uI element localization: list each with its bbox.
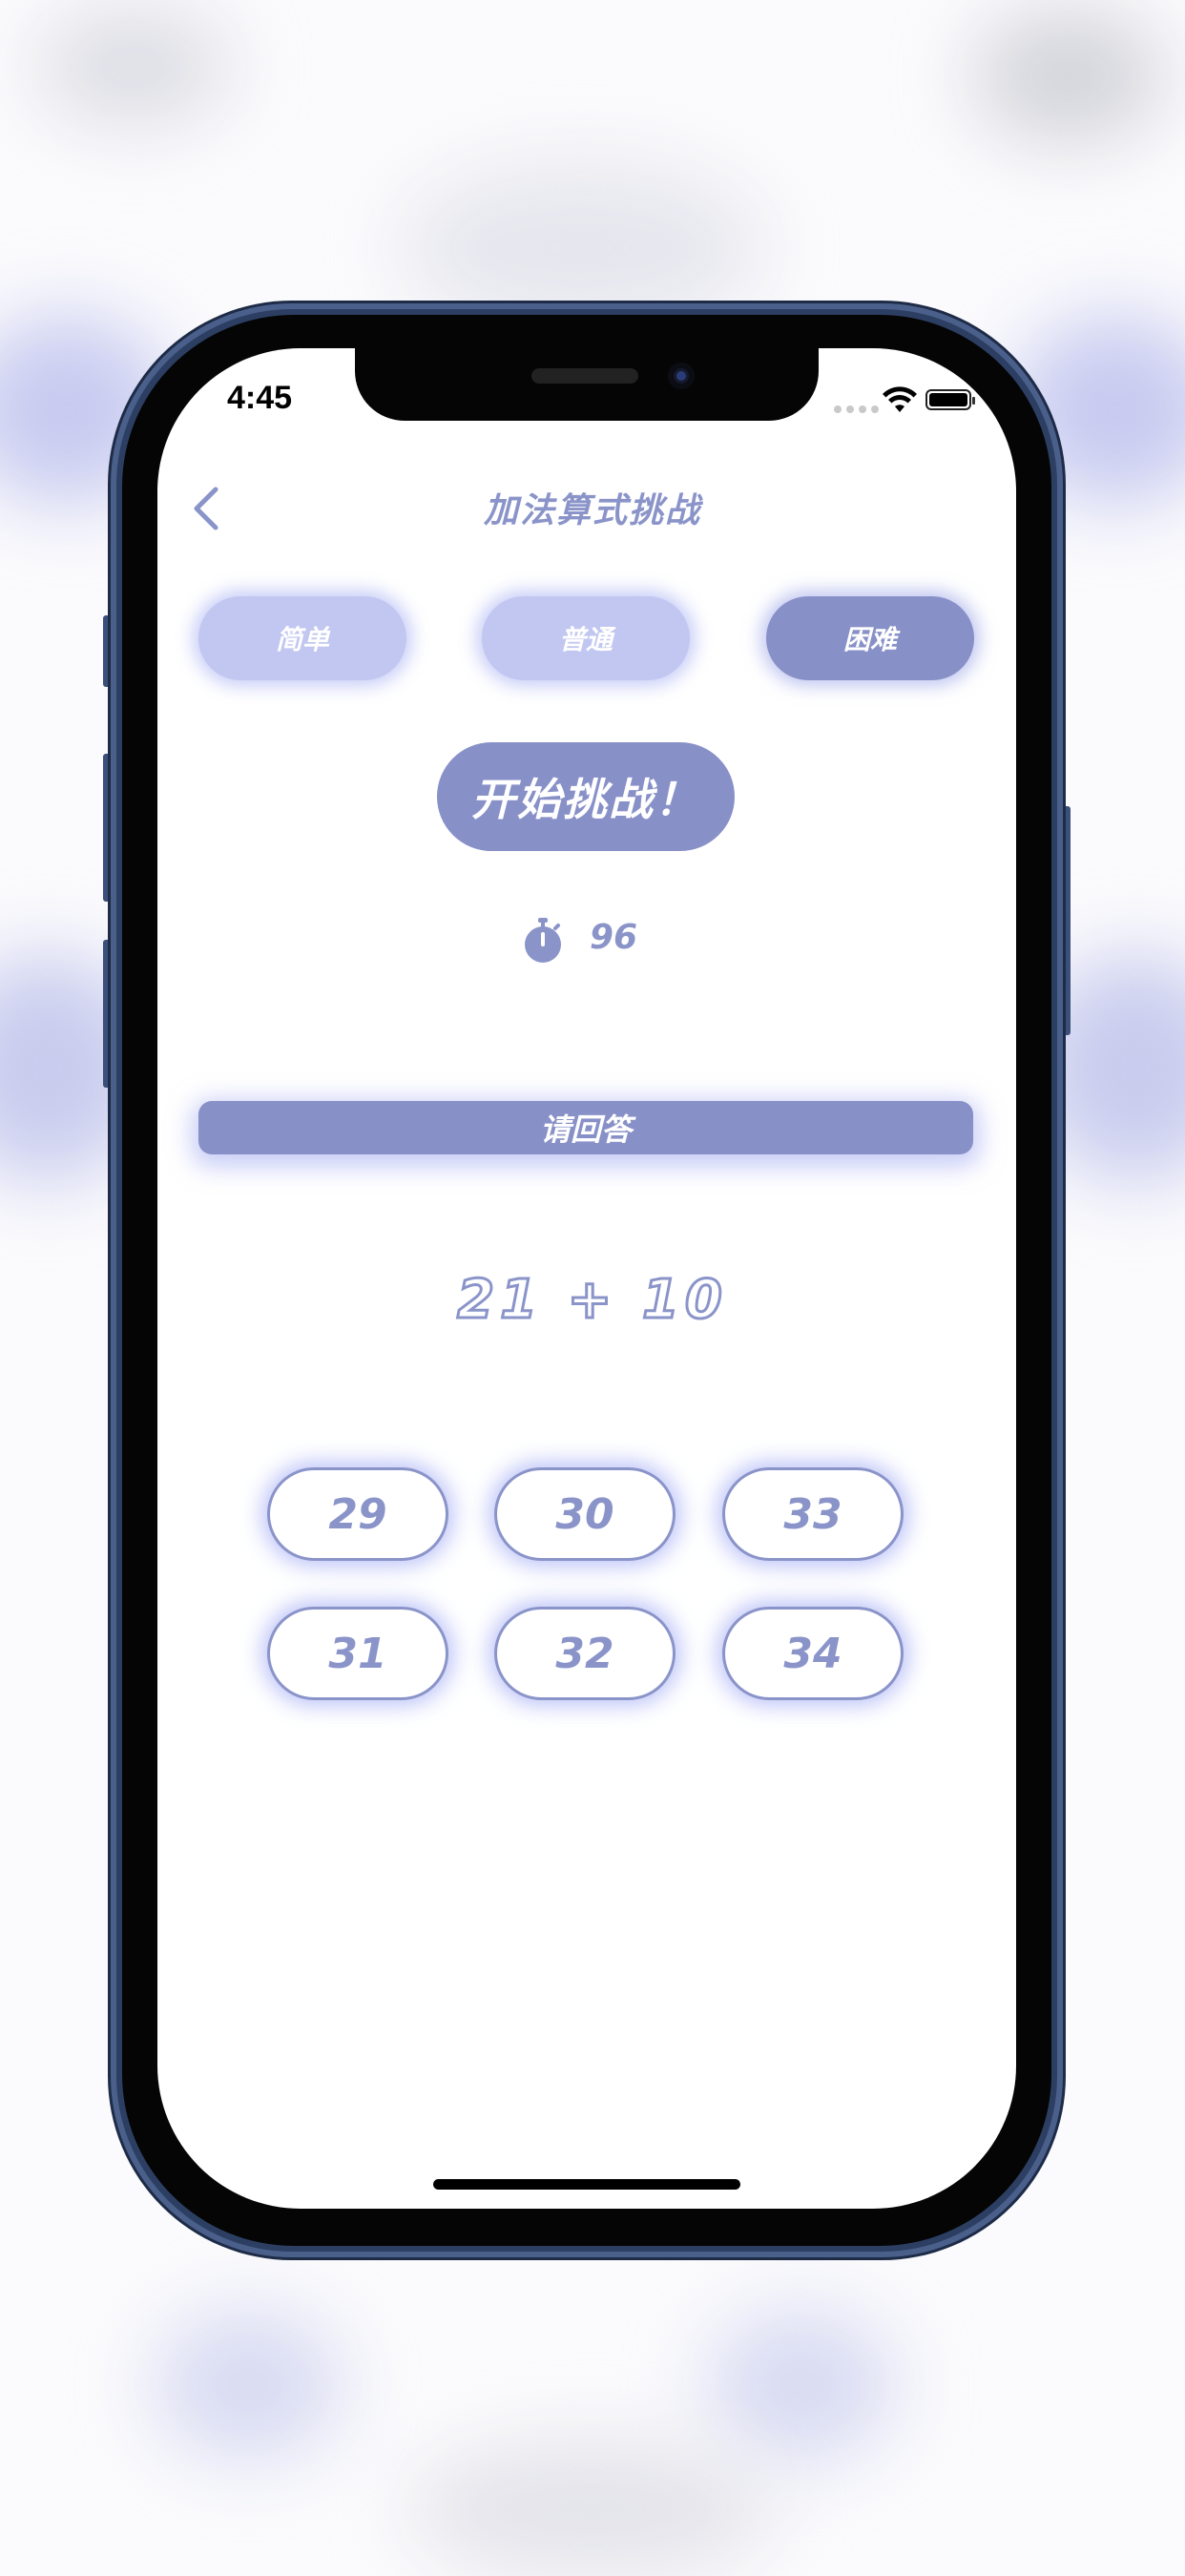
front-camera (668, 363, 695, 389)
difficulty-hard-button[interactable]: 困难 (766, 596, 974, 680)
difficulty-normal-button[interactable]: 普通 (482, 596, 690, 680)
phone-notch (355, 348, 819, 421)
timer-value: 96 (590, 918, 638, 957)
page-title: 加法算式挑战 (483, 491, 701, 530)
background-blur (706, 2309, 897, 2462)
answer-prompt-banner: 请回答 (198, 1101, 973, 1154)
answer-option[interactable]: 32 (494, 1607, 676, 1700)
home-indicator[interactable] (433, 2179, 740, 2190)
speaker-grille (531, 368, 638, 384)
start-challenge-button[interactable]: 开始挑战！ (437, 742, 735, 851)
battery-icon (925, 389, 975, 410)
answer-option[interactable]: 31 (267, 1607, 448, 1700)
wifi-icon (883, 386, 917, 412)
status-time: 4:45 (227, 380, 293, 416)
signal-dots-icon (834, 405, 879, 413)
answer-option[interactable]: 29 (267, 1467, 448, 1561)
background-blur (38, 10, 229, 124)
math-question: 21 + 10 (456, 1268, 728, 1333)
stopwatch-icon (525, 918, 561, 963)
background-blur (973, 10, 1164, 143)
background-blur (410, 2442, 773, 2576)
background-blur (153, 2309, 343, 2462)
answer-option[interactable]: 30 (494, 1467, 676, 1561)
answer-option[interactable]: 33 (722, 1467, 904, 1561)
answer-option[interactable]: 34 (722, 1607, 904, 1700)
difficulty-easy-button[interactable]: 简单 (198, 596, 406, 680)
